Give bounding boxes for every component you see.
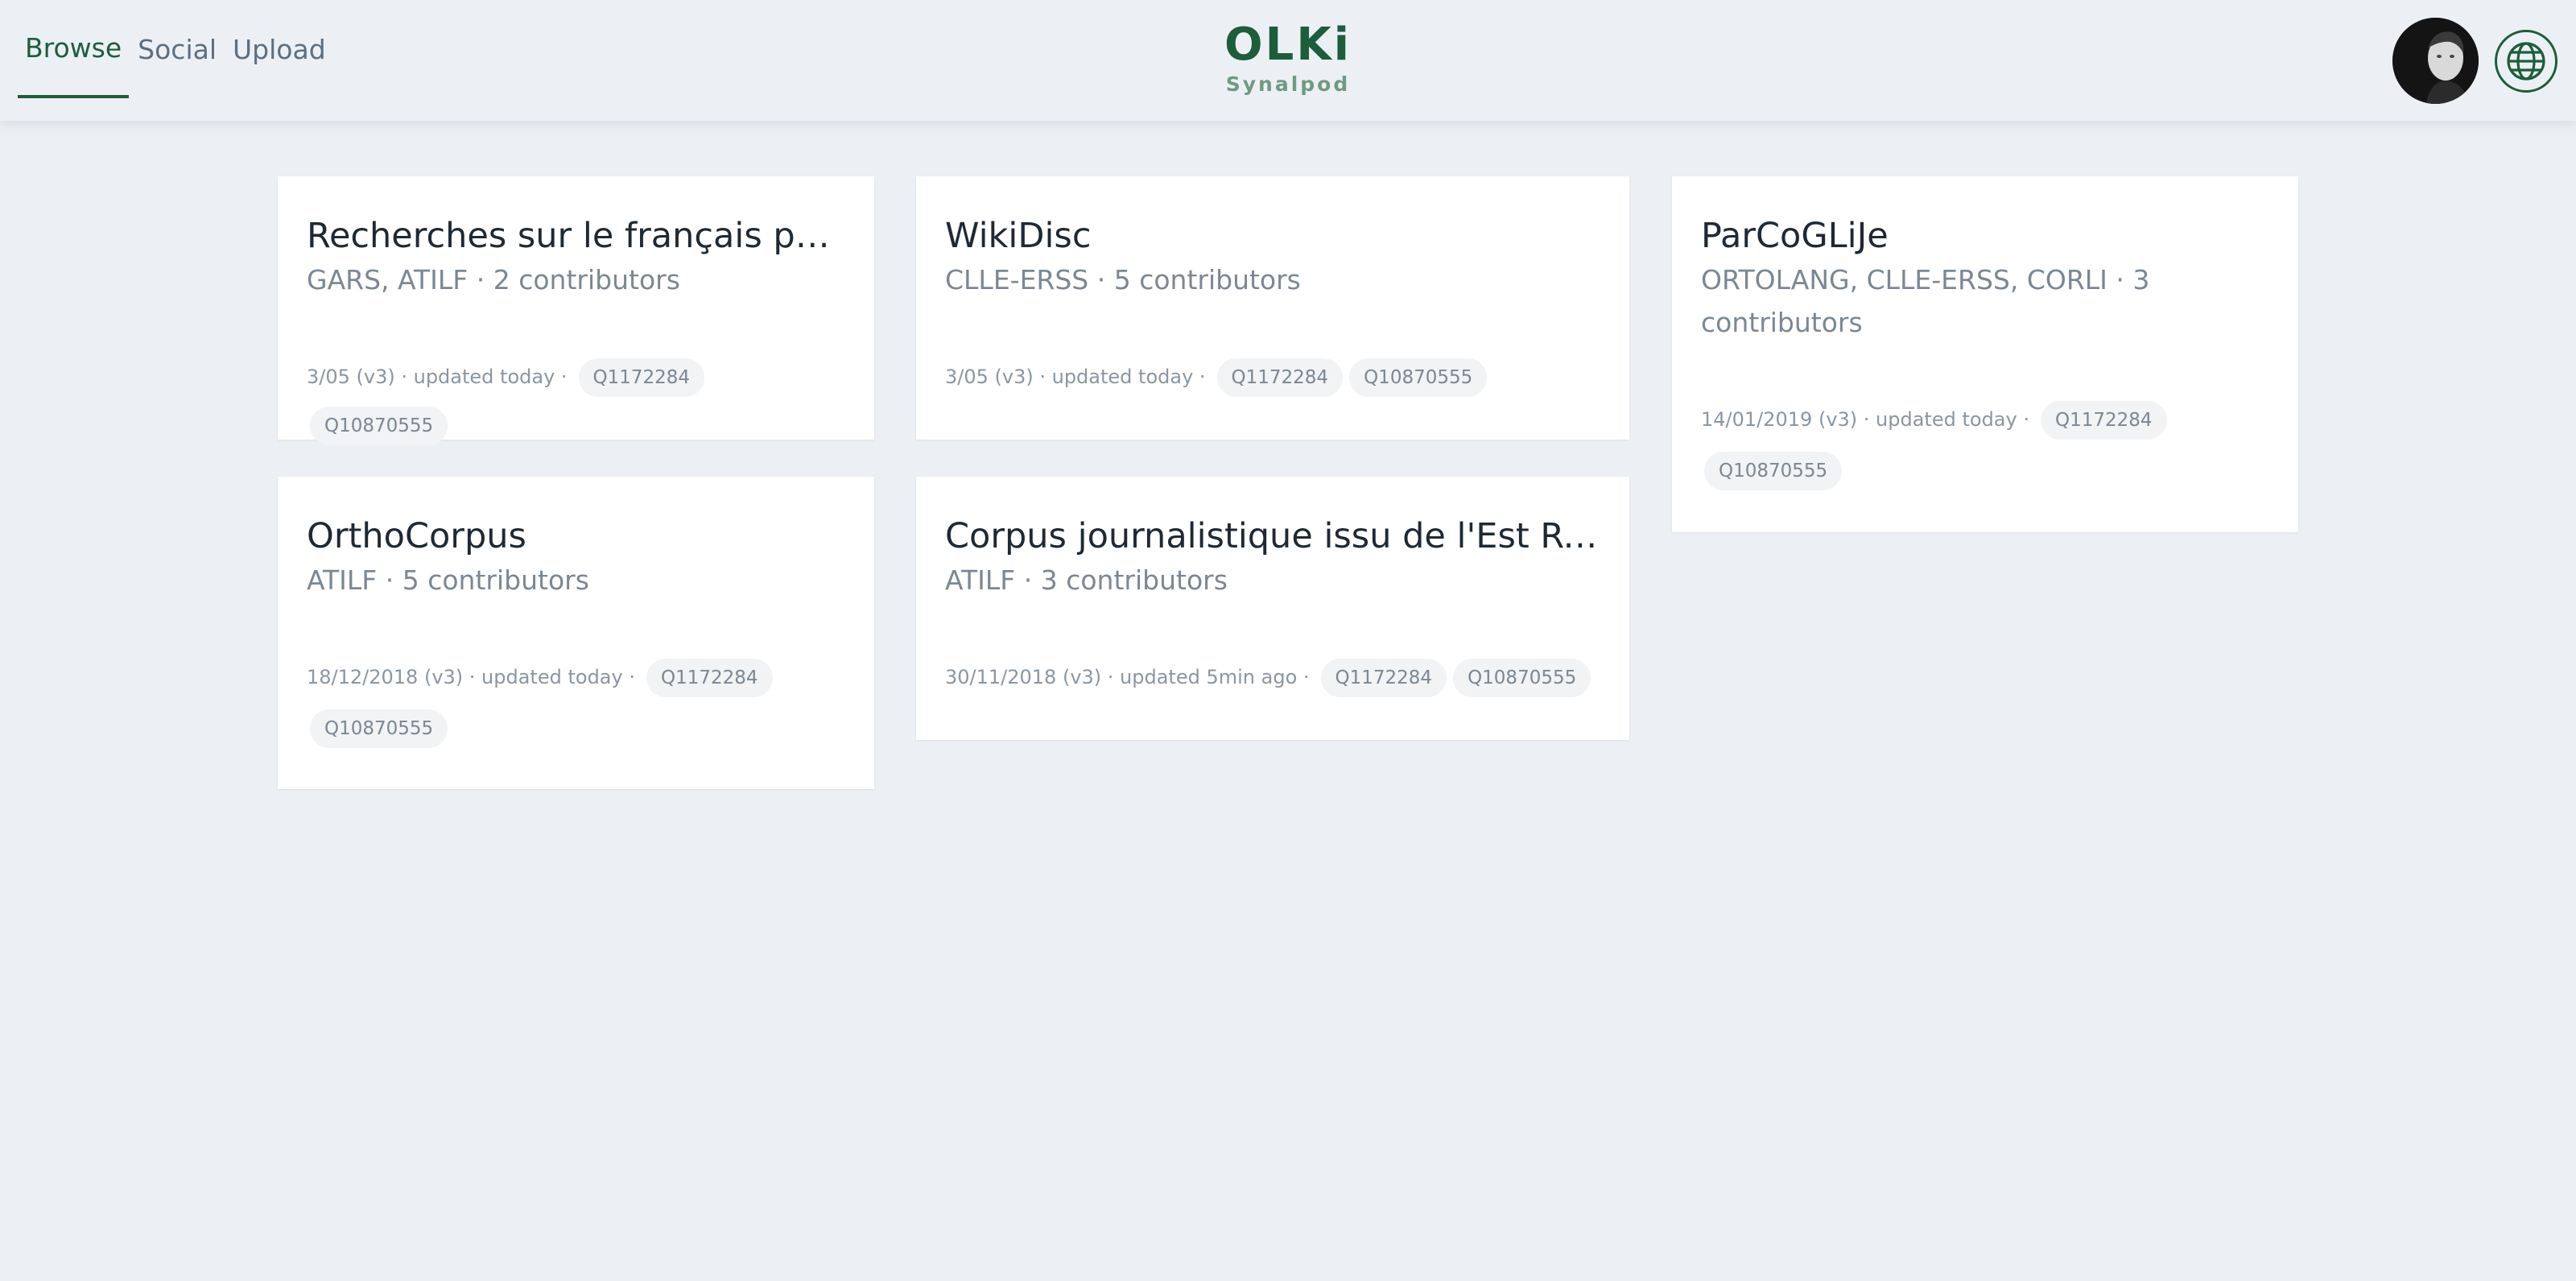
language-button[interactable] [2495, 30, 2557, 93]
card-meta: 3/05 (v3) · updated today · Q1172284Q1087… [945, 353, 1600, 401]
card-meta: 14/01/2019 (v3) · updated today · Q117228… [1701, 395, 2269, 492]
dataset-card[interactable]: Recherches sur le français parlé GARS, A… [278, 176, 874, 445]
user-avatar-icon [2392, 18, 2479, 104]
dataset-card[interactable]: ParCoGLiJe ORTOLANG, CLLE-ERSS, CORLI · … [1672, 176, 2298, 532]
tab-social[interactable]: Social [130, 0, 224, 98]
card-title[interactable]: ParCoGLiJe [1701, 213, 2269, 258]
card-subtitle: ATILF · 5 contributors [307, 564, 589, 596]
tag-chip[interactable]: Q10870555 [310, 709, 448, 748]
card-title[interactable]: OrthoCorpus [307, 514, 845, 559]
main-nav: Browse Social Upload [18, 0, 335, 98]
globe-icon [2507, 42, 2545, 81]
card-title[interactable]: Recherches sur le français parlé [307, 213, 845, 258]
tag-chip[interactable]: Q1172284 [578, 358, 705, 397]
card-meta: 3/05 (v3) · updated today · Q1172284 Q1087… [307, 353, 845, 449]
card-meta: 30/11/2018 (v3) · updated 5min ago · Q117… [945, 653, 1600, 701]
card-subtitle: CLLE-ERSS · 5 contributors [945, 264, 1301, 295]
tag-chip[interactable]: Q10870555 [310, 407, 448, 445]
tag-chip[interactable]: Q1172284 [1320, 659, 1447, 697]
card-subtitle: ATILF · 3 contributors [945, 564, 1228, 596]
brand: OLKi Synalpod [1167, 21, 1409, 97]
tag-chip[interactable]: Q1172284 [646, 659, 773, 697]
card-meta-text: 3/05 (v3) · updated today · [307, 366, 568, 388]
card-meta-text: 30/11/2018 (v3) · updated 5min ago · [945, 666, 1310, 688]
card-meta: 18/12/2018 (v3) · updated today · Q117228… [307, 653, 845, 750]
tag-chip[interactable]: Q10870555 [1704, 452, 1843, 490]
app-subtitle: Synalpod [1225, 72, 1351, 96]
dataset-card[interactable]: Corpus journalistique issu de l'Est Répu… [916, 477, 1629, 740]
card-title[interactable]: Corpus journalistique issu de l'Est Répu… [945, 514, 1600, 559]
card-meta-text: 3/05 (v3) · updated today · [945, 366, 1206, 388]
card-meta-text: 18/12/2018 (v3) · updated today · [307, 666, 635, 688]
tab-browse[interactable]: Browse [18, 0, 130, 98]
tag-chip[interactable]: Q1172284 [2040, 401, 2167, 440]
card-subtitle: GARS, ATILF · 2 contributors [307, 264, 680, 295]
card-subtitle-continued: contributors [1701, 307, 1863, 338]
top-navigation-bar: Browse Social Upload OLKi Synalpod [0, 0, 2576, 121]
card-subtitle: ORTOLANG, CLLE-ERSS, CORLI · 3 [1701, 264, 2150, 295]
dataset-card[interactable]: OrthoCorpus ATILF · 5 contributors 18/12… [278, 477, 874, 789]
dataset-card[interactable]: WikiDisc CLLE-ERSS · 5 contributors 3/05… [916, 176, 1629, 440]
user-avatar[interactable] [2392, 18, 2479, 104]
card-title[interactable]: WikiDisc [945, 213, 1600, 258]
tag-chip[interactable]: Q10870555 [1453, 659, 1591, 697]
card-meta-text: 14/01/2019 (v3) · updated today · [1701, 408, 2029, 431]
app-title[interactable]: OLKi [1167, 21, 1409, 69]
tab-upload[interactable]: Upload [225, 0, 333, 98]
tag-chip[interactable]: Q1172284 [1216, 358, 1344, 397]
tag-chip[interactable]: Q10870555 [1349, 358, 1488, 397]
